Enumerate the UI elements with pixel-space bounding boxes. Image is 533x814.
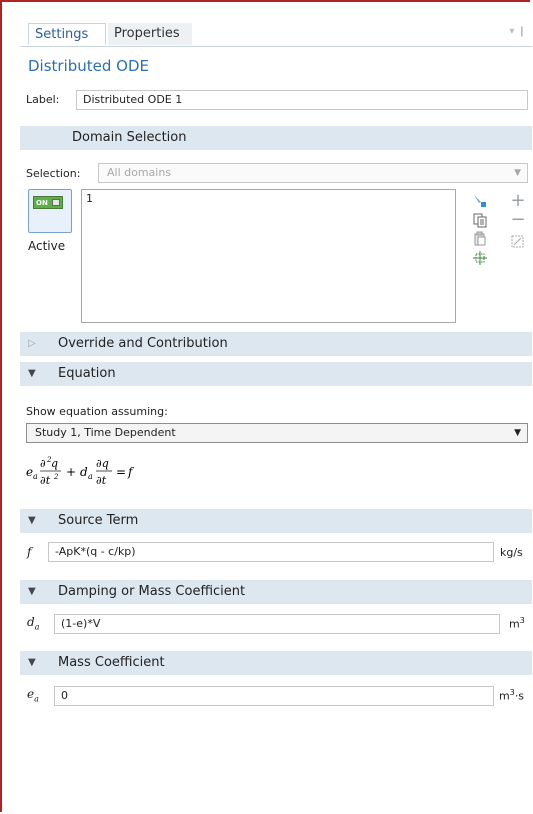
selection-dropdown-value: All domains [107,166,172,179]
selection-label: Selection: [26,167,81,180]
damping-symbol: da [27,615,39,631]
section-header-label: Mass Coefficient [58,655,165,670]
create-selection-icon[interactable] [510,234,526,250]
study-dropdown-value: Study 1, Time Dependent [35,426,176,439]
section-header-label: Override and Contribution [58,336,228,351]
mass-unit-suffix: ·s [514,689,525,703]
active-toggle[interactable]: ON [28,189,72,233]
svg-text:=: = [116,465,126,479]
damping-input[interactable]: (1-e)*V [54,614,500,634]
section-header-label: Equation [58,366,116,381]
damping-unit-sup: 3 [519,616,525,625]
zoom-to-selection-icon[interactable] [472,250,488,266]
section-source-term[interactable]: ▼ Source Term [20,509,532,533]
svg-text:q: q [51,457,58,470]
section-header-label: Source Term [58,513,139,528]
label-input[interactable]: Distributed ODE 1 [76,90,528,110]
equation-formula: e a ∂ 2 q ∂t 2 + d a ∂q ∂t = f [26,456,135,487]
svg-text:a: a [33,472,38,481]
chevron-down-icon: ▼ [514,168,521,178]
svg-text:∂q: ∂q [96,457,109,470]
toggle-knob [52,199,60,206]
svg-text:d: d [80,465,88,479]
svg-text:+: + [66,465,76,479]
active-label: Active [28,239,66,253]
expand-arrow-icon: ▷ [28,338,36,349]
svg-text:2: 2 [53,473,59,481]
svg-text:a: a [88,472,93,481]
domain-listbox[interactable]: 1 [81,189,456,323]
source-term-input[interactable]: -ApK*(q - c/kp) [48,542,494,562]
collapse-arrow-icon: ▼ [28,515,36,526]
damping-unit: m3 [509,616,525,631]
damping-symbol-sub: a [34,622,40,632]
mass-symbol: ea [27,687,39,703]
show-equation-label: Show equation assuming: [26,405,168,418]
list-item[interactable]: 1 [86,192,93,205]
mass-unit: m3·s [499,688,524,703]
source-term-unit: kg/s [500,546,523,559]
tab-bar: Settings Properties ▾ ❙ [20,22,532,47]
remove-icon[interactable]: − [510,211,526,229]
source-term-symbol: f [27,545,32,559]
equation-display: e a ∂ 2 q ∂t 2 + d a ∂q ∂t = f [26,451,186,493]
section-damping-coefficient[interactable]: ▼ Damping or Mass Coefficient [20,580,532,604]
mass-symbol-sub: a [34,694,39,704]
svg-text:∂t: ∂t [96,474,107,487]
section-header-label: Domain Selection [72,130,187,145]
section-domain-selection[interactable]: Domain Selection [20,126,532,150]
collapse-arrow-icon: ▼ [28,657,36,668]
add-icon[interactable]: + [510,192,526,210]
clear-selection-icon[interactable] [472,231,488,247]
selection-dropdown[interactable]: All domains ▼ [98,163,528,183]
section-equation[interactable]: ▼ Equation [20,362,532,386]
toggle-on-text: ON [36,199,48,207]
toggle-switch: ON [33,196,63,209]
section-header-label: Damping or Mass Coefficient [58,584,246,599]
mass-unit-main: m [499,689,510,703]
svg-text:∂: ∂ [40,457,46,470]
svg-text:∂t: ∂t [40,474,51,487]
label-field-label: Label: [26,93,60,106]
window-menu-icon[interactable]: ▾ ❙ [509,26,526,37]
tab-settings[interactable]: Settings [28,23,106,45]
study-dropdown[interactable]: Study 1, Time Dependent ▼ [26,423,528,443]
tab-properties[interactable]: Properties [108,23,192,45]
section-mass-coefficient[interactable]: ▼ Mass Coefficient [20,651,532,675]
section-override-contribution[interactable]: ▷ Override and Contribution [20,332,532,356]
damping-symbol-main: d [27,615,35,629]
settings-window: Settings Properties ▾ ❙ Distributed ODE … [0,0,532,812]
svg-text:f: f [127,465,135,479]
mass-input[interactable]: 0 [54,686,494,706]
node-title: Distributed ODE [28,57,150,75]
damping-unit-main: m [509,617,520,631]
collapse-arrow-icon: ▼ [28,368,36,379]
collapse-arrow-icon: ▼ [28,586,36,597]
paste-selection-icon[interactable] [472,193,488,209]
chevron-down-icon: ▼ [514,428,521,438]
copy-selection-icon[interactable] [472,212,488,228]
